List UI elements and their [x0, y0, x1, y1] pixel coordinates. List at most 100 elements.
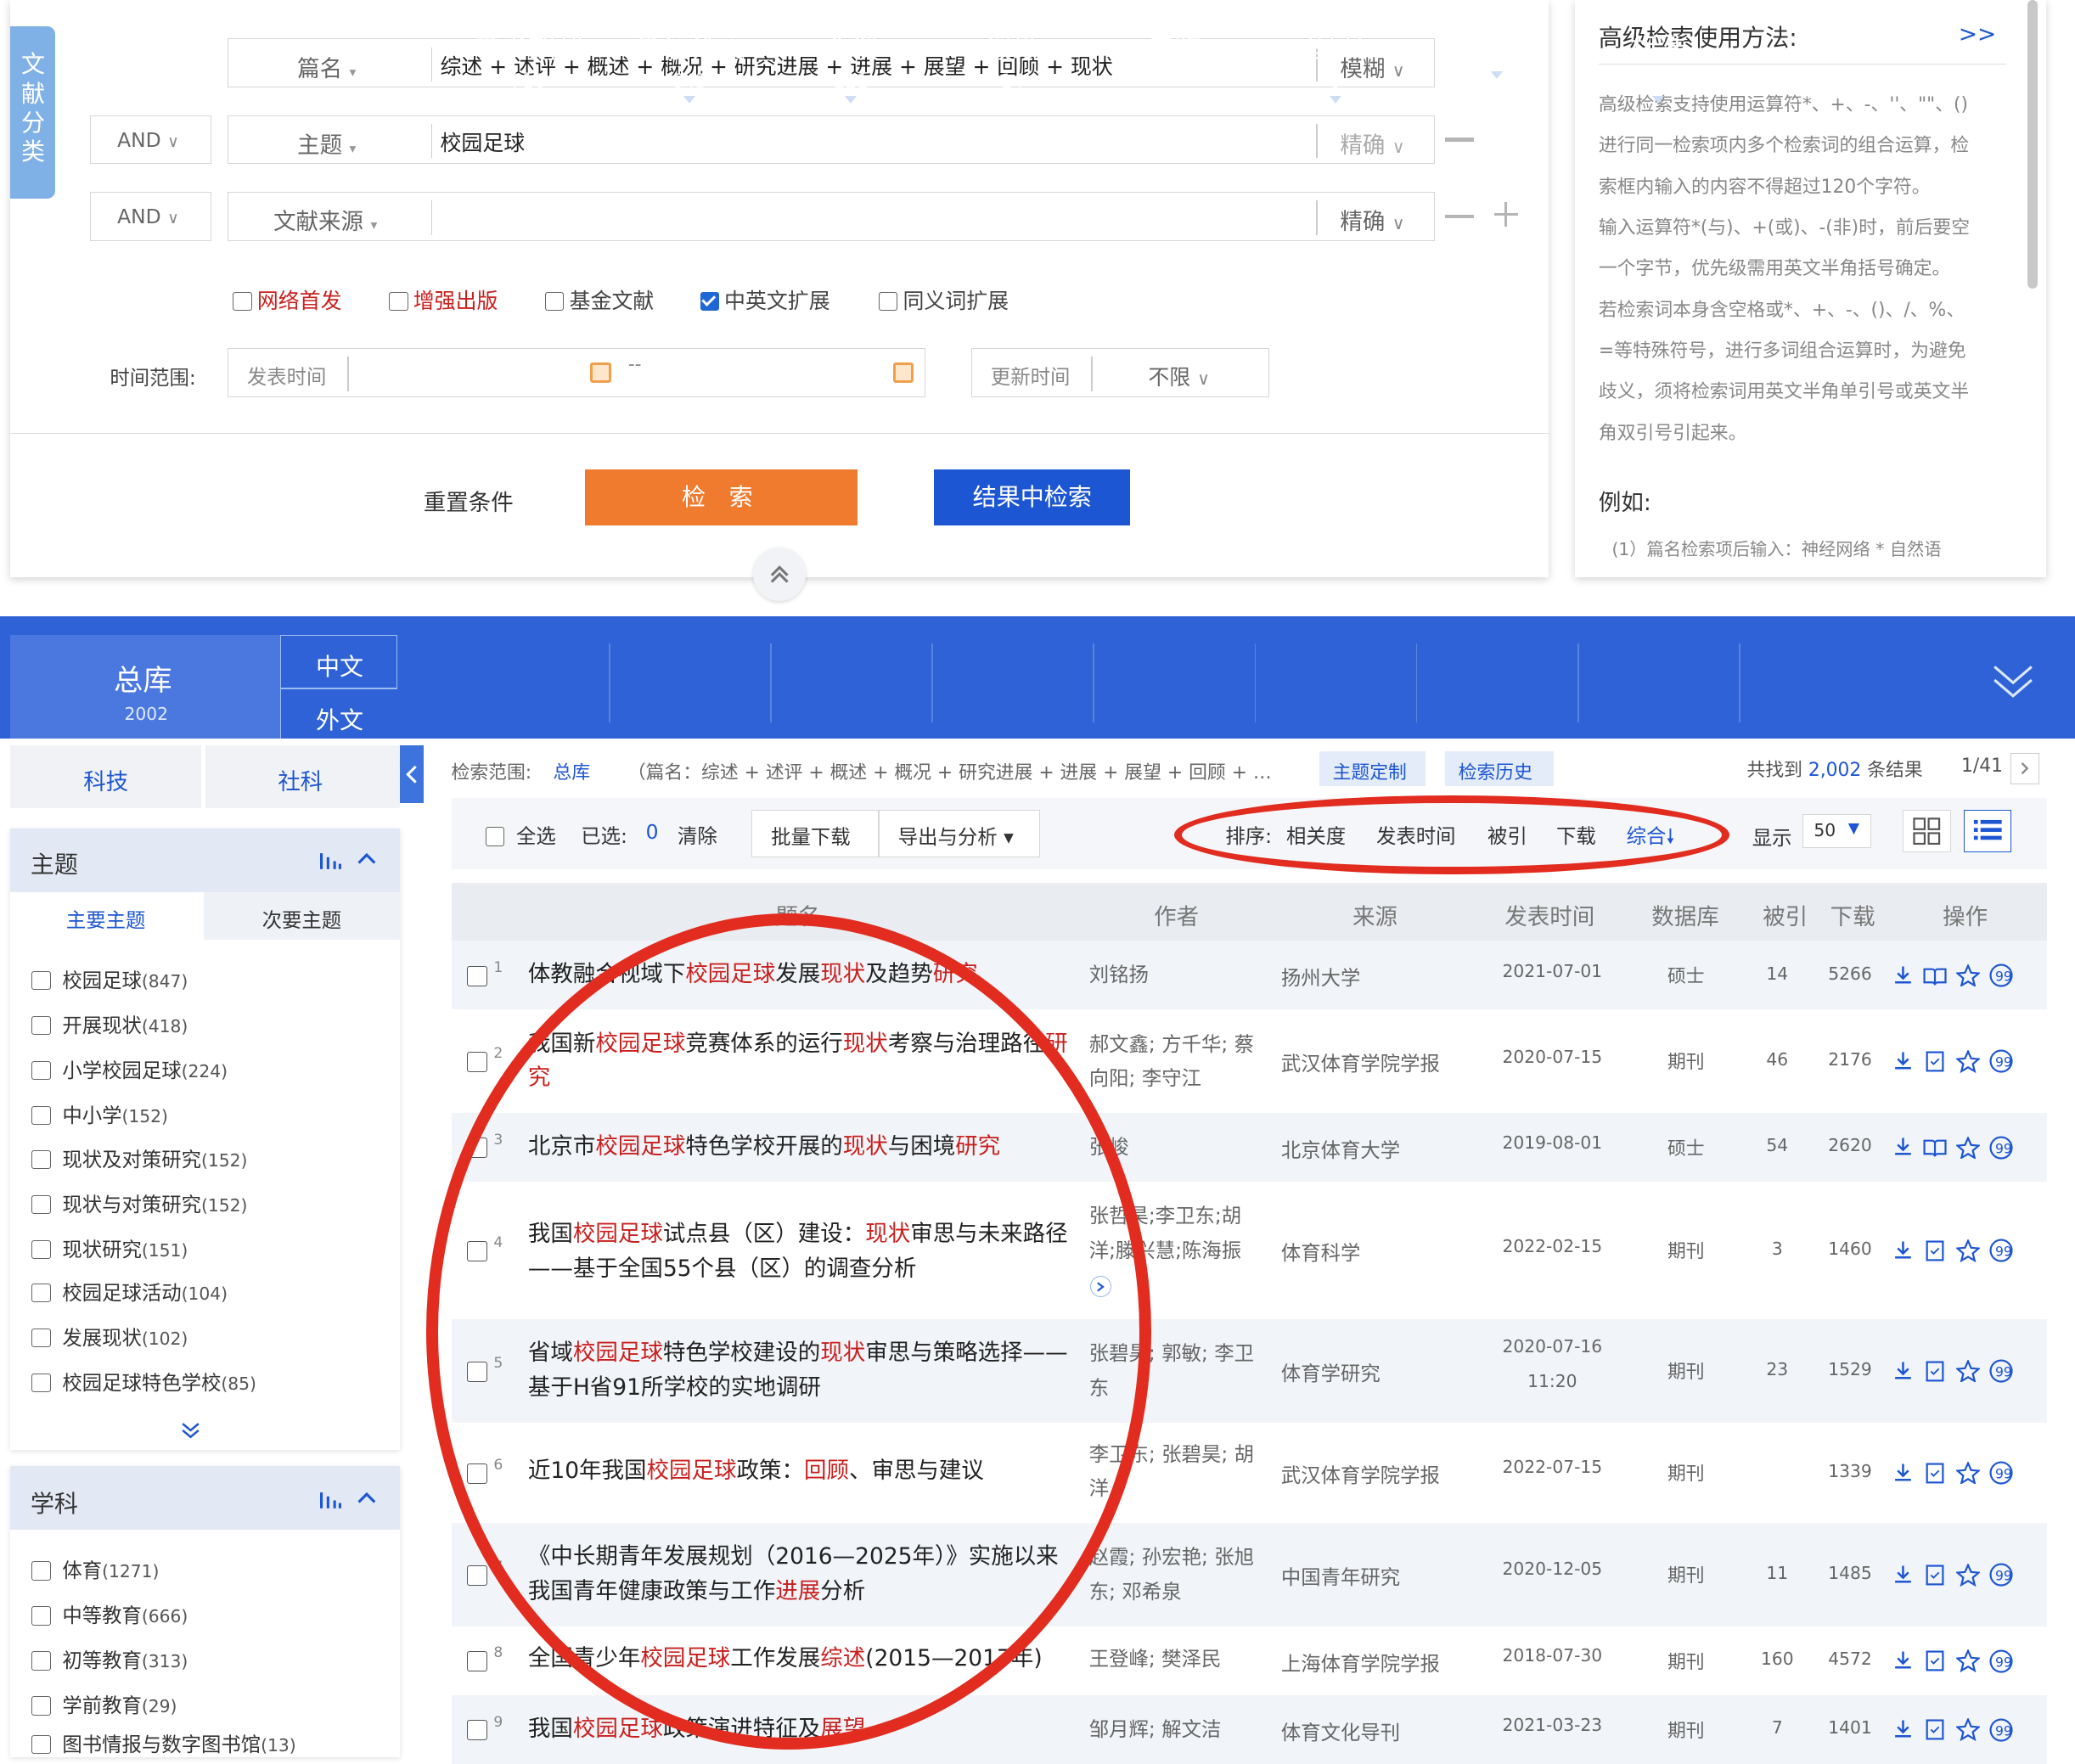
- select-all-checkbox[interactable]: 全选: [486, 820, 556, 849]
- field-select-3[interactable]: 文献来源 ▾: [273, 203, 377, 236]
- topic-item[interactable]: 开展现状(418): [31, 1009, 188, 1038]
- row-actions[interactable]: 99: [1892, 962, 2022, 988]
- reset-button[interactable]: 重置条件: [424, 484, 514, 517]
- topic-item[interactable]: 现状研究(151): [31, 1233, 188, 1262]
- result-authors[interactable]: 赵霞; 孙宏艳; 张旭东; 邓希泉: [1089, 1540, 1255, 1609]
- db-tab-book[interactable]: 图书 0: [1256, 26, 1414, 104]
- col-cited[interactable]: 被引: [1763, 898, 1808, 931]
- publish-time-range[interactable]: 发表时间 --: [228, 347, 925, 397]
- topic-facet-header[interactable]: 主题: [10, 828, 400, 892]
- chevron-up-icon[interactable]: [357, 852, 376, 866]
- result-authors[interactable]: 刘铭扬: [1089, 958, 1255, 992]
- chevron-up-icon[interactable]: [357, 1492, 376, 1505]
- result-authors[interactable]: 郝文鑫; 方千华; 蔡向阳; 李守江: [1089, 1027, 1255, 1096]
- option-enhanced-publish[interactable]: 增强出版: [389, 284, 498, 315]
- match-select-3[interactable]: 精确 ∨: [1340, 203, 1404, 236]
- collapse-button[interactable]: [752, 548, 807, 601]
- list-view-button[interactable]: [1964, 809, 2012, 852]
- row-checkbox[interactable]: [467, 1720, 488, 1741]
- option-cn-en-expand[interactable]: 中英文扩展: [700, 284, 830, 315]
- col-date[interactable]: 发表时间: [1504, 898, 1594, 931]
- help-scrollbar[interactable]: [2027, 0, 2038, 289]
- sidebar-tab-social[interactable]: 社科: [205, 744, 400, 809]
- search-in-results-button[interactable]: 结果中检索: [934, 469, 1131, 525]
- result-source[interactable]: 体育学研究: [1281, 1357, 1381, 1386]
- lang-tab-foreign[interactable]: 外文: [280, 688, 397, 739]
- result-source[interactable]: 扬州大学: [1281, 962, 1361, 991]
- row-actions[interactable]: 99: [1892, 1716, 2022, 1742]
- row-actions[interactable]: 99: [1892, 1357, 2022, 1384]
- db-tab-achievement[interactable]: 成果 0: [1740, 26, 1899, 93]
- topic-item[interactable]: 校园足球特色学校(85): [31, 1367, 256, 1396]
- result-authors[interactable]: 邹月辉; 解文洁: [1089, 1712, 1255, 1747]
- remove-row-icon[interactable]: [1445, 138, 1475, 142]
- search-input-2[interactable]: 校园足球: [440, 126, 525, 157]
- result-authors[interactable]: 王登峰; 樊泽民: [1089, 1642, 1255, 1677]
- row-checkbox[interactable]: [467, 965, 488, 986]
- subject-item[interactable]: 初等教育(313): [31, 1644, 188, 1673]
- result-source[interactable]: 体育文化导刊: [1281, 1716, 1400, 1745]
- subject-item[interactable]: 图书情报与数字图书馆(13): [31, 1728, 296, 1757]
- lang-tab-chinese[interactable]: 中文: [280, 635, 397, 688]
- col-source[interactable]: 来源: [1352, 898, 1397, 931]
- result-source[interactable]: 体育科学: [1281, 1237, 1361, 1266]
- db-tab-standard[interactable]: 标准 0: [1579, 26, 1738, 104]
- topic-subtab-main[interactable]: 主要主题: [10, 891, 205, 940]
- db-tab-newspaper[interactable]: 报纸 14: [933, 26, 1092, 93]
- result-source[interactable]: 武汉体育学院学报: [1281, 1459, 1440, 1488]
- topic-item[interactable]: 现状与对策研究(152): [31, 1188, 247, 1217]
- topic-item[interactable]: 校园足球(847): [31, 964, 188, 993]
- db-tab-thesis[interactable]: 学位论文 643: [610, 26, 769, 104]
- db-tab-total[interactable]: 总库 2002: [10, 635, 281, 739]
- row-checkbox[interactable]: [467, 1052, 488, 1072]
- help-more-link[interactable]: >>: [1959, 21, 1996, 48]
- topic-item[interactable]: 小学校园足球(224): [31, 1054, 228, 1083]
- next-page-button[interactable]: [2010, 752, 2039, 785]
- row-actions[interactable]: 99: [1892, 1134, 2022, 1160]
- row-actions[interactable]: 99: [1892, 1237, 2022, 1263]
- result-cited-count[interactable]: 7: [1760, 1717, 1795, 1738]
- result-source[interactable]: 武汉体育学院学报: [1281, 1048, 1440, 1076]
- field-select-1[interactable]: 篇名 ▾: [297, 50, 356, 83]
- topic-item[interactable]: 现状及对策研究(152): [31, 1143, 247, 1172]
- row-checkbox[interactable]: [467, 1651, 488, 1672]
- clear-button[interactable]: 清除: [678, 820, 717, 849]
- db-tab-yearbook[interactable]: 年鉴: [1094, 26, 1253, 71]
- double-chevron-down-icon[interactable]: [180, 1421, 201, 1440]
- db-tab-journal[interactable]: 学术期刊 710: [448, 26, 607, 93]
- subject-item[interactable]: 学前教育(29): [31, 1689, 177, 1718]
- option-online-first[interactable]: 网络首发: [233, 284, 342, 315]
- expand-tabs-button[interactable]: [1989, 656, 2037, 709]
- batch-download-button[interactable]: 批量下载: [751, 809, 879, 858]
- update-time-select[interactable]: 更新时间 不限 ∨: [971, 347, 1269, 397]
- bar-chart-icon[interactable]: [320, 851, 342, 870]
- logic-select-3[interactable]: AND ∨: [89, 192, 212, 241]
- bar-chart-icon[interactable]: [320, 1490, 342, 1508]
- calendar-icon[interactable]: [589, 362, 611, 384]
- scope-value[interactable]: 总库: [554, 758, 591, 784]
- sidebar-collapse-button[interactable]: [399, 744, 424, 804]
- option-synonym-expand[interactable]: 同义词扩展: [878, 284, 1009, 315]
- row-actions[interactable]: 99: [1892, 1048, 2022, 1074]
- sidebar-tab-science[interactable]: 科技: [10, 744, 201, 809]
- add-row-icon[interactable]: [1493, 202, 1518, 227]
- result-source[interactable]: 北京体育大学: [1281, 1134, 1400, 1163]
- result-cited-count[interactable]: 14: [1760, 963, 1795, 984]
- row-checkbox[interactable]: [467, 1565, 488, 1586]
- field-select-2[interactable]: 主题 ▾: [297, 126, 356, 160]
- literature-category-tab[interactable]: 文献分类: [10, 26, 56, 199]
- result-source[interactable]: 中国青年研究: [1281, 1561, 1400, 1590]
- row-actions[interactable]: 99: [1892, 1459, 2022, 1486]
- db-tab-patent[interactable]: 专利: [1417, 26, 1576, 80]
- result-source[interactable]: 上海体育学院学报: [1281, 1648, 1440, 1677]
- calendar-icon[interactable]: [892, 362, 914, 384]
- row-actions[interactable]: 99: [1892, 1648, 2022, 1673]
- topic-item[interactable]: 校园足球活动(104): [31, 1277, 228, 1306]
- topic-item[interactable]: 发展现状(102): [31, 1322, 188, 1351]
- topic-custom-button[interactable]: 主题定制: [1319, 751, 1426, 786]
- match-select-2[interactable]: 精确 ∨: [1340, 126, 1404, 160]
- topic-subtab-secondary[interactable]: 次要主题: [204, 891, 400, 940]
- subject-item[interactable]: 中等教育(666): [31, 1599, 188, 1628]
- col-downloads[interactable]: 下载: [1830, 898, 1875, 931]
- topic-item[interactable]: 中小学(152): [31, 1099, 168, 1128]
